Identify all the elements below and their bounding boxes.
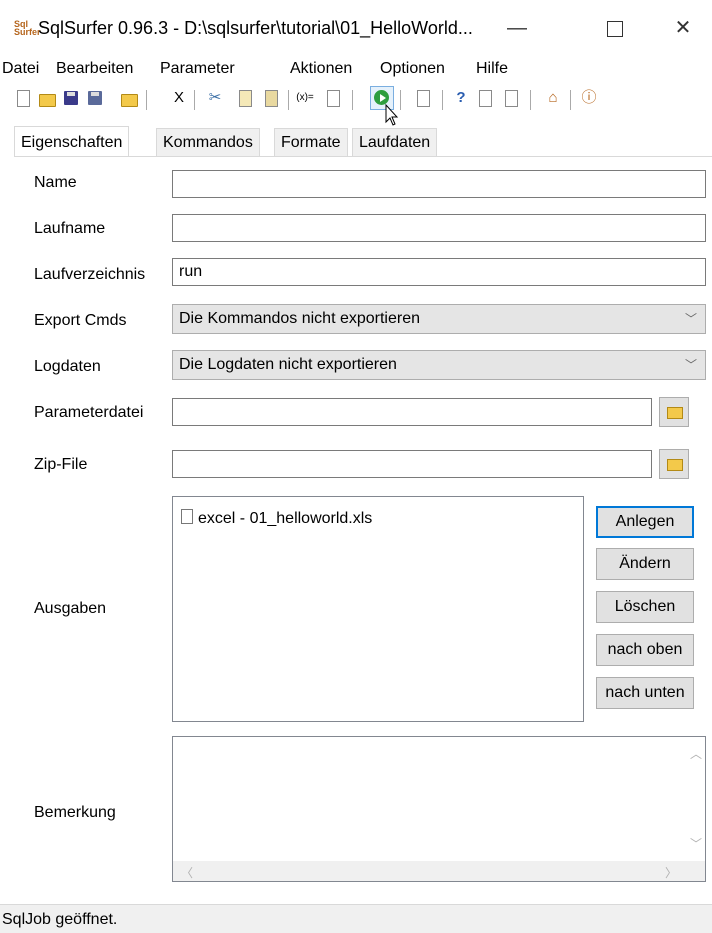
properties-icon[interactable]	[414, 89, 432, 107]
tab-laufdaten[interactable]: Laufdaten	[352, 128, 438, 156]
maximize-button[interactable]	[592, 10, 638, 46]
status-text: SqlJob geöffnet.	[2, 911, 118, 928]
export-icon[interactable]	[324, 89, 342, 107]
app-window: Sql Surfer SqlSurfer 0.96.3 - D:\sqlsurf…	[0, 0, 712, 933]
list-item[interactable]: excel - 01_helloworld.xls	[181, 509, 372, 528]
info-icon[interactable]: ⓘ	[580, 89, 598, 107]
mouse-cursor-icon	[385, 104, 399, 126]
toolbar: X ✂ (x)= ? ⌂ ⓘ	[0, 86, 712, 114]
export-cmds-value: Die Kommandos nicht exportieren	[179, 310, 421, 327]
ausgaben-label: Ausgaben	[34, 600, 107, 617]
aendern-button[interactable]: Ändern	[596, 548, 694, 580]
close-button[interactable]: ✕	[660, 10, 706, 46]
doc-icon[interactable]	[476, 89, 494, 107]
loeschen-button[interactable]: Löschen	[596, 591, 694, 623]
scroll-left-icon[interactable]: 〈	[181, 864, 193, 881]
logdaten-value: Die Logdaten nicht exportieren	[179, 356, 397, 373]
save-as-icon[interactable]	[86, 89, 104, 107]
title-bar[interactable]: Sql Surfer SqlSurfer 0.96.3 - D:\sqlsurf…	[0, 0, 712, 52]
menu-optionen[interactable]: Optionen	[380, 56, 445, 82]
scroll-up-icon[interactable]: ︿	[690, 745, 702, 762]
bemerkung-label: Bemerkung	[34, 804, 116, 821]
chevron-down-icon: ﹀	[684, 312, 697, 326]
name-label: Name	[34, 174, 77, 191]
nach-oben-button[interactable]: nach oben	[596, 634, 694, 666]
vertical-scrollbar[interactable]: ︿ ﹀	[685, 737, 705, 861]
logdaten-label: Logdaten	[34, 358, 101, 375]
export-cmds-select[interactable]: Die Kommandos nicht exportieren ﹀	[172, 304, 706, 334]
ausgaben-list[interactable]: excel - 01_helloworld.xls	[172, 496, 584, 722]
parameterdatei-input[interactable]	[172, 398, 652, 426]
paste-icon[interactable]	[262, 89, 280, 107]
delete-icon[interactable]: X	[170, 89, 188, 107]
laufname-label: Laufname	[34, 220, 106, 237]
menu-bearbeiten[interactable]: Bearbeiten	[56, 56, 133, 82]
app-logo-icon: Sql Surfer	[14, 19, 41, 37]
help-icon[interactable]: ?	[452, 89, 470, 107]
parameterdatei-label: Parameterdatei	[34, 404, 144, 421]
name-input[interactable]	[172, 170, 706, 198]
folder-icon[interactable]	[120, 89, 138, 107]
laufname-input[interactable]	[172, 214, 706, 242]
tab-eigenschaften[interactable]: Eigenschaften	[14, 126, 130, 157]
copy-icon[interactable]	[236, 89, 254, 107]
scroll-right-icon[interactable]: 〉	[665, 864, 677, 881]
status-bar: SqlJob geöffnet.	[0, 904, 712, 933]
menu-datei[interactable]: Datei	[2, 56, 39, 82]
document-icon	[181, 509, 193, 524]
horizontal-scrollbar[interactable]: 〈 〉	[173, 861, 685, 881]
window-title: SqlSurfer 0.96.3 - D:\sqlsurfer\tutorial…	[38, 18, 473, 38]
export-cmds-label: Export Cmds	[34, 312, 127, 329]
menu-parameter[interactable]: Parameter	[160, 56, 235, 82]
home-icon[interactable]: ⌂	[544, 89, 562, 107]
logdaten-select[interactable]: Die Logdaten nicht exportieren ﹀	[172, 350, 706, 380]
tab-kommandos[interactable]: Kommandos	[156, 128, 260, 156]
menu-aktionen[interactable]: Aktionen	[290, 56, 352, 82]
anlegen-button[interactable]: Anlegen	[596, 506, 694, 538]
cut-icon[interactable]: ✂	[206, 89, 224, 107]
laufverzeichnis-input[interactable]: run	[172, 258, 706, 286]
zip-file-browse-button[interactable]	[659, 449, 689, 479]
doc2-icon[interactable]	[502, 89, 520, 107]
bemerkung-textarea[interactable]: ︿ ﹀ 〈 〉	[172, 736, 706, 882]
minimize-button[interactable]: —	[494, 10, 540, 46]
tab-formate[interactable]: Formate	[274, 128, 348, 156]
menu-bar: Datei Bearbeiten Parameter Aktionen Opti…	[0, 56, 712, 82]
new-icon[interactable]	[14, 89, 32, 107]
save-icon[interactable]	[62, 89, 80, 107]
variable-icon[interactable]: (x)=	[296, 89, 314, 107]
nach-unten-button[interactable]: nach unten	[596, 677, 694, 709]
menu-hilfe[interactable]: Hilfe	[476, 56, 508, 82]
parameterdatei-browse-button[interactable]	[659, 397, 689, 427]
zip-file-label: Zip-File	[34, 456, 88, 473]
maximize-icon	[607, 21, 623, 37]
chevron-down-icon: ﹀	[684, 358, 697, 372]
laufverzeichnis-label: Laufverzeichnis	[34, 266, 146, 283]
folder-icon	[667, 459, 683, 471]
zip-file-input[interactable]	[172, 450, 652, 478]
scroll-down-icon[interactable]: ﹀	[690, 835, 702, 852]
folder-icon	[667, 407, 683, 419]
open-folder-icon[interactable]	[38, 89, 56, 107]
